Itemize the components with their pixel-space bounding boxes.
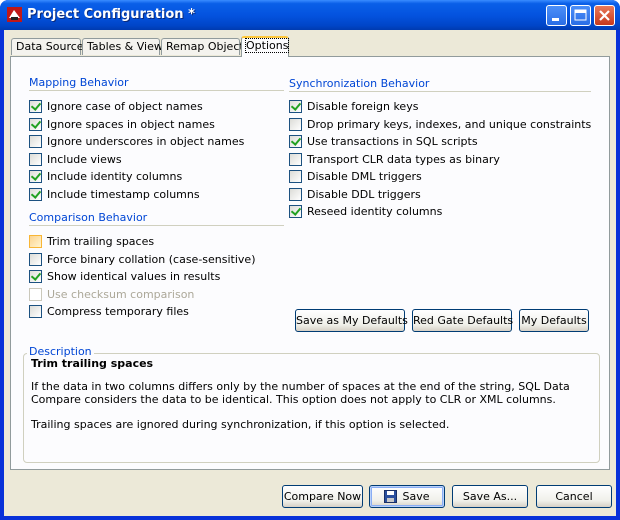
minimize-button[interactable] <box>546 5 567 26</box>
checkbox-label: Ignore spaces in object names <box>47 117 215 131</box>
checkbox-label: Force binary collation (case-sensitive) <box>47 252 256 266</box>
app-icon <box>7 7 22 22</box>
dialog-client-area: Data Sources Tables & Views Remap Object… <box>4 30 616 516</box>
checkbox-label: Disable DDL triggers <box>307 187 421 201</box>
tab-data-sources[interactable]: Data Sources <box>11 38 89 55</box>
checked-checkbox-icon[interactable] <box>29 170 42 183</box>
checked-checkbox-icon[interactable] <box>289 135 302 148</box>
tab-label: Options <box>244 38 290 53</box>
checkbox-label: Include identity columns <box>47 170 183 183</box>
description-heading: Trim trailing spaces <box>31 357 154 370</box>
maximize-icon <box>574 9 587 21</box>
checkbox-label: Ignore case of object names <box>47 100 203 113</box>
mapping-divider <box>29 90 284 91</box>
title-bar[interactable]: Project Configuration * <box>0 0 620 30</box>
unchecked-checkbox-icon[interactable] <box>29 235 42 248</box>
unchecked-checkbox-icon[interactable] <box>29 287 42 301</box>
options-panel: Mapping Behavior Ignore case of object n… <box>10 56 610 470</box>
unchecked-checkbox-icon[interactable] <box>29 135 42 148</box>
checked-checkbox-icon[interactable] <box>29 270 42 283</box>
unchecked-checkbox-icon[interactable] <box>289 152 302 166</box>
checked-checkbox-icon[interactable] <box>289 100 302 113</box>
unchecked-checkbox-icon[interactable] <box>29 152 42 166</box>
comparison-behavior-title: Comparison Behavior <box>29 211 148 224</box>
unchecked-checkbox-icon[interactable] <box>29 305 42 318</box>
my-defaults-button[interactable]: My Defaults <box>519 309 589 332</box>
checkbox-label: Drop primary keys, indexes, and unique c… <box>307 117 592 131</box>
sync-behavior-title: Synchronization Behavior <box>289 77 430 90</box>
checkbox-label: Trim trailing spaces <box>47 235 155 248</box>
cancel-button[interactable]: Cancel <box>536 485 612 508</box>
checkbox-label: Transport CLR data types as binary <box>307 152 500 166</box>
checkbox-label: Disable foreign keys <box>307 100 419 113</box>
tab-label: Data Sources <box>16 40 90 53</box>
tab-remap-objects[interactable]: Remap Objects <box>161 38 249 55</box>
description-paragraph: If the data in two columns differs only … <box>31 380 570 406</box>
save-as-button[interactable]: Save As... <box>452 485 528 508</box>
sync-divider <box>289 91 591 92</box>
compare-now-button[interactable]: Compare Now <box>282 485 363 508</box>
checkbox-label: Disable DML triggers <box>307 170 422 183</box>
tab-label: Remap Objects <box>166 40 250 53</box>
minimize-icon <box>552 18 559 21</box>
checked-checkbox-icon[interactable] <box>29 117 42 131</box>
checked-checkbox-icon[interactable] <box>29 187 42 201</box>
checked-checkbox-icon[interactable] <box>289 205 302 218</box>
checkbox-label: Use checksum comparison <box>47 287 195 301</box>
checkbox-label: Reseed identity columns <box>307 205 443 218</box>
comparison-divider <box>29 225 284 226</box>
tab-tables-views[interactable]: Tables & Views <box>82 38 169 55</box>
red-gate-defaults-button[interactable]: Red Gate Defaults <box>412 309 513 332</box>
maximize-button[interactable] <box>570 5 591 26</box>
save-as-my-defaults-button[interactable]: Save as My Defaults <box>295 309 408 332</box>
unchecked-checkbox-icon[interactable] <box>289 170 302 183</box>
floppy-disk-icon <box>384 490 398 503</box>
tab-label: Tables & Views <box>87 40 169 53</box>
save-button-label: Save <box>402 490 430 503</box>
checkbox-label: Ignore underscores in object names <box>47 135 245 148</box>
checkbox-label: Use transactions in SQL scripts <box>307 135 478 148</box>
close-icon <box>599 10 610 21</box>
checkbox-label: Include views <box>47 152 122 166</box>
unchecked-checkbox-icon[interactable] <box>289 117 302 131</box>
checkbox-label: Include timestamp columns <box>47 187 200 201</box>
checkbox-label: Show identical values in results <box>47 270 221 283</box>
checkbox-label: Compress temporary files <box>47 305 189 318</box>
window-title: Project Configuration * <box>27 7 195 22</box>
mapping-behavior-title: Mapping Behavior <box>29 76 129 89</box>
description-paragraph: Trailing spaces are ignored during synch… <box>31 418 450 431</box>
unchecked-checkbox-icon[interactable] <box>29 252 42 266</box>
close-button[interactable] <box>594 5 615 26</box>
project-configuration-window: Project Configuration * Data Sources Tab… <box>0 0 620 520</box>
unchecked-checkbox-icon[interactable] <box>289 187 302 201</box>
checked-checkbox-icon[interactable] <box>29 100 42 113</box>
tab-options[interactable]: Options <box>241 36 290 57</box>
save-button[interactable]: Save <box>369 485 445 508</box>
